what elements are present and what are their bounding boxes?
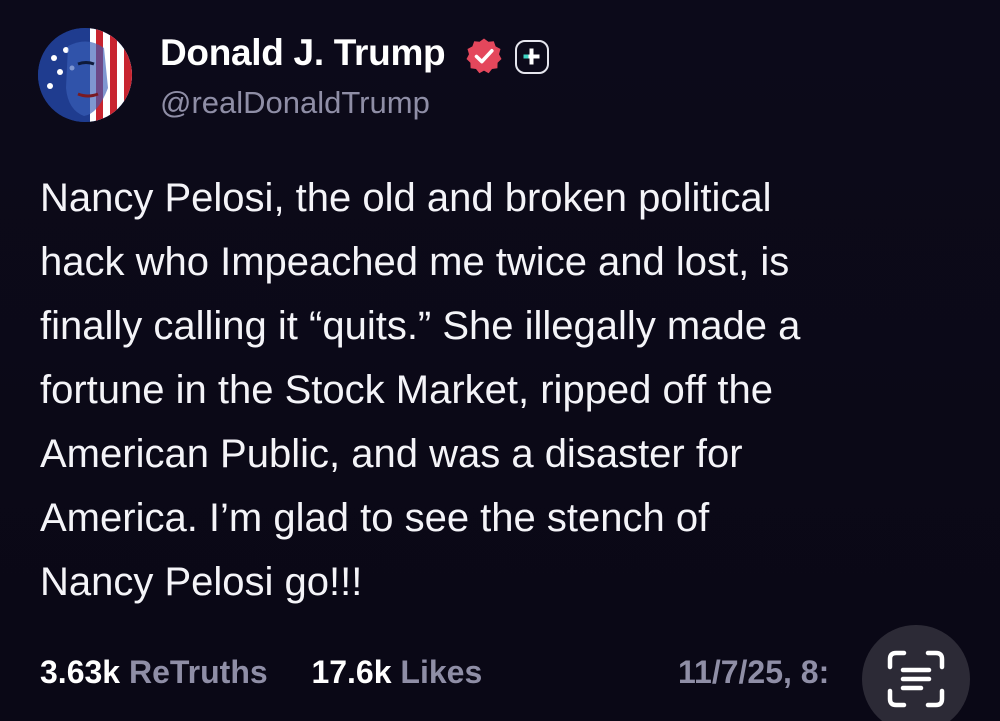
flag-portrait-avatar-icon — [38, 28, 132, 122]
post-text-line: fortune in the Stock Market, ripped off … — [40, 368, 774, 412]
author-avatar[interactable] — [38, 28, 132, 122]
verified-badge-icon — [465, 37, 503, 75]
post-text-line: Nancy Pelosi go!!! — [40, 560, 363, 604]
likes-label: Likes — [400, 654, 483, 690]
post-text-line: American Public, and was a disaster for — [40, 432, 743, 476]
likes-stat[interactable]: 17.6k Likes — [311, 654, 482, 690]
likes-count: 17.6k — [311, 654, 392, 690]
retruths-count: 3.63k — [40, 654, 121, 690]
post-text-line: Nancy Pelosi, the old and broken politic… — [40, 176, 772, 220]
post-text: Nancy Pelosi, the old and broken politic… — [40, 166, 970, 614]
post-timestamp: 11/7/25, 8: — [678, 654, 830, 690]
post-text-line: America. I’m glad to see the stench of — [40, 496, 710, 540]
retruths-label: ReTruths — [128, 654, 268, 690]
plus-badge-icon — [515, 40, 549, 74]
author-display-name[interactable]: Donald J. Trump — [160, 32, 446, 74]
retruths-stat[interactable]: 3.63k ReTruths — [40, 654, 277, 690]
truth-post: Donald J. Trump @realDonaldTrump Nancy P… — [0, 0, 1000, 721]
post-stats: 3.63k ReTruths 17.6k Likes — [40, 654, 482, 691]
post-text-line: finally calling it “quits.” She illegall… — [40, 304, 801, 348]
live-text-scan-icon — [887, 650, 945, 708]
live-text-scan-button[interactable] — [862, 625, 970, 721]
post-text-line: hack who Impeached me twice and lost, is — [40, 240, 790, 284]
author-handle[interactable]: @realDonaldTrump — [160, 85, 430, 121]
